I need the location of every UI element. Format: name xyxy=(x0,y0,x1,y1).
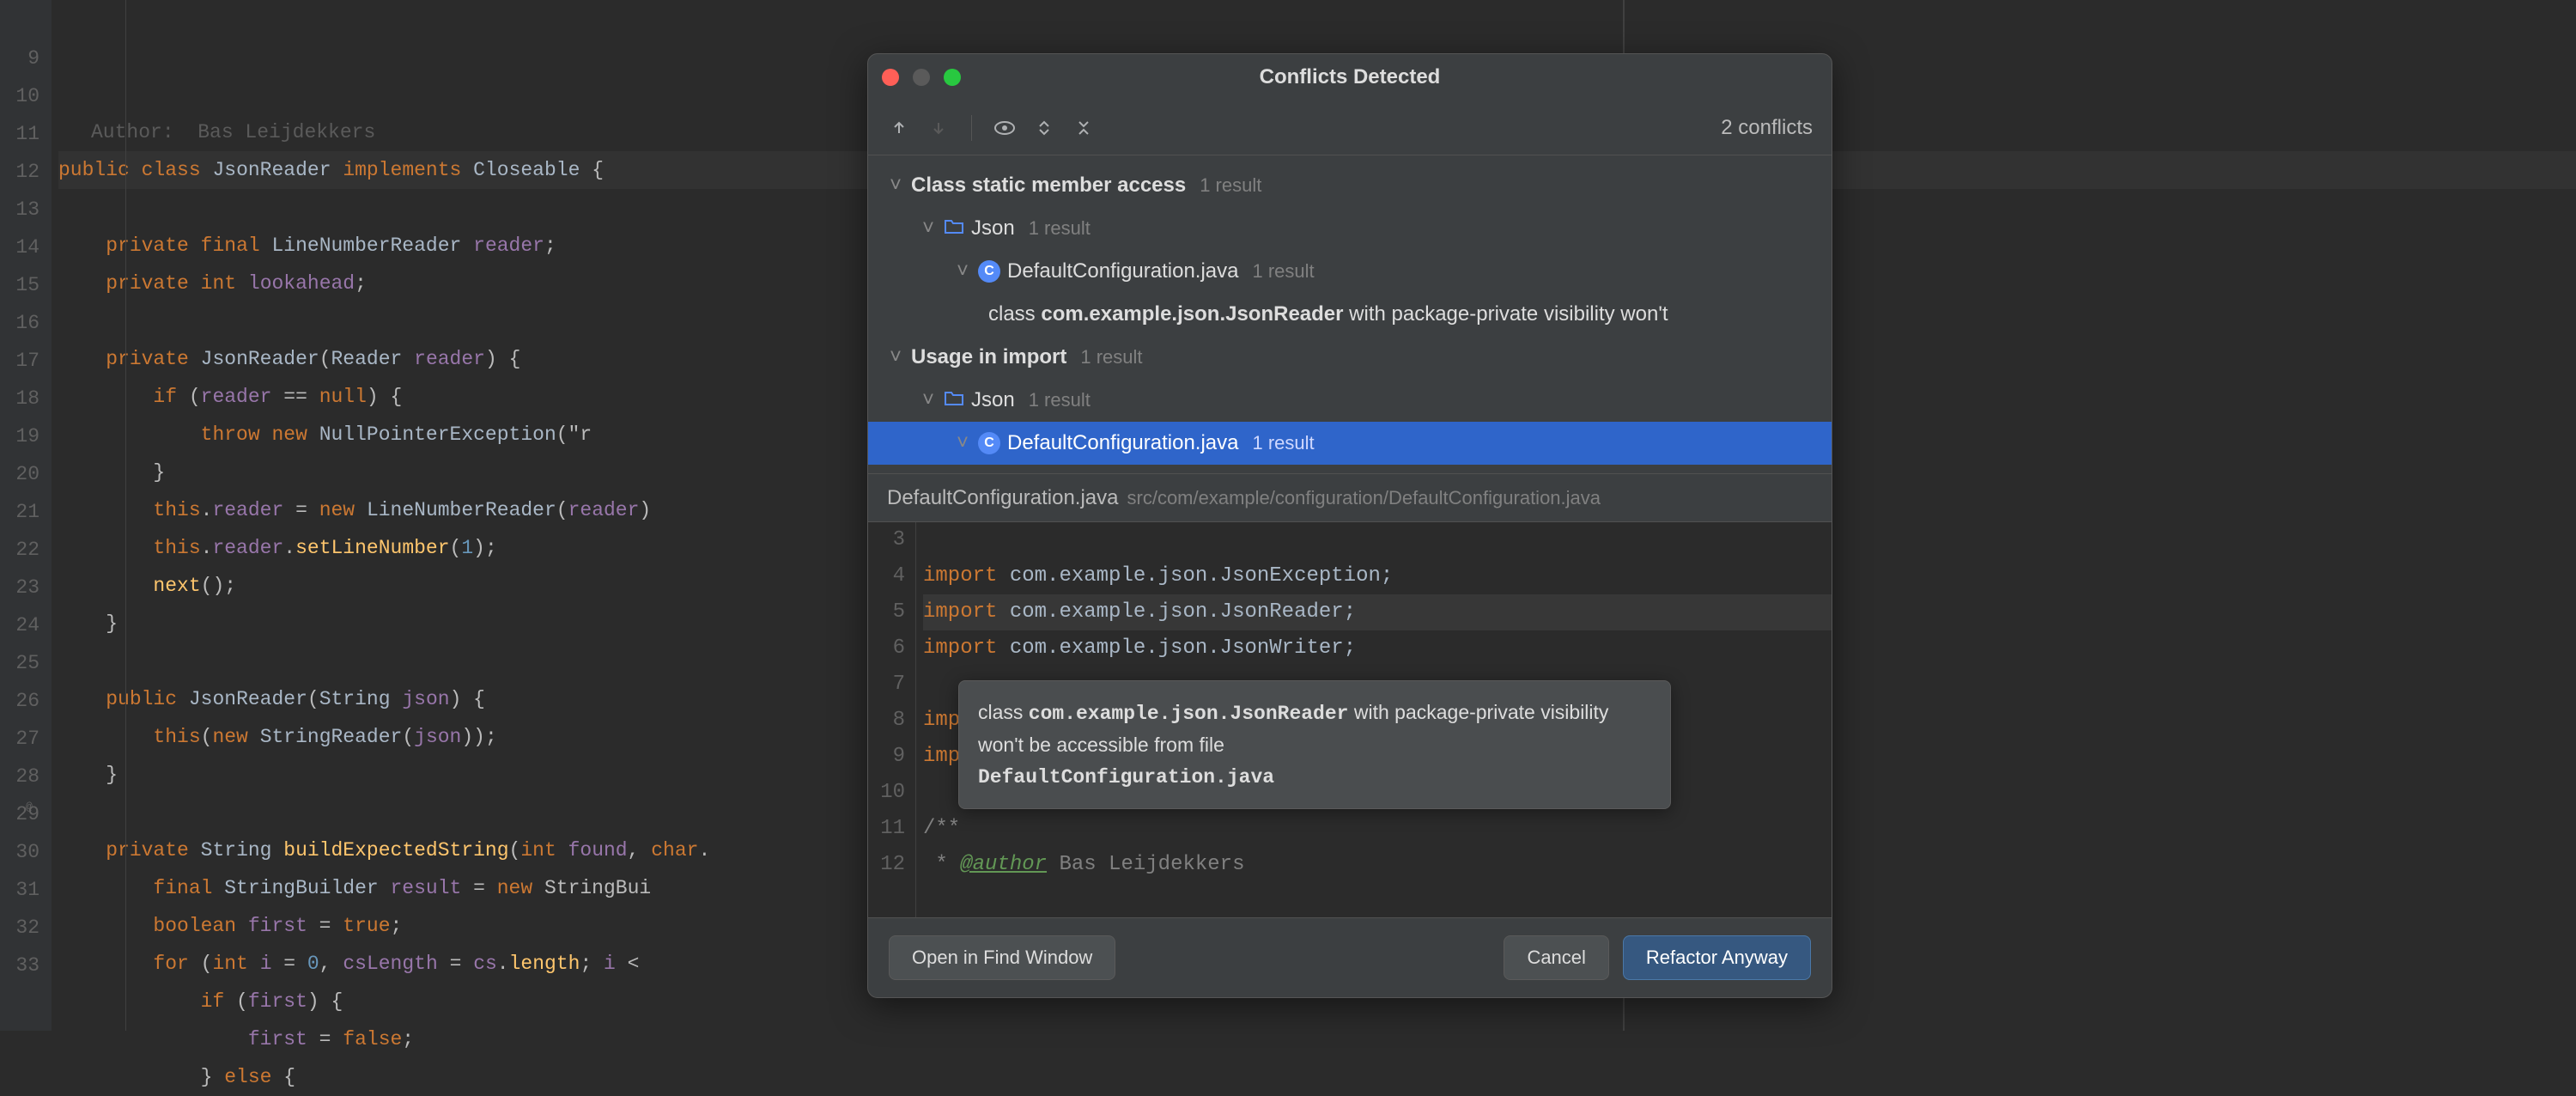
preview-icon[interactable] xyxy=(993,116,1017,140)
class-icon: C xyxy=(978,260,1000,283)
preview-filename: DefaultConfiguration.java xyxy=(887,486,1119,510)
collapse-all-icon[interactable] xyxy=(1072,116,1096,140)
tree-detail[interactable]: class com.example.json.JsonReader with p… xyxy=(868,293,1832,336)
tree-package[interactable]: ˅Json1 result xyxy=(868,207,1832,250)
class-icon: C xyxy=(978,432,1000,454)
button-row: Open in Find Window Cancel Refactor Anyw… xyxy=(868,917,1832,997)
preview-header: DefaultConfiguration.java src/com/exampl… xyxy=(868,473,1832,521)
line-gutter: 9101112131415161718192021222324252627282… xyxy=(0,0,52,1031)
titlebar: Conflicts Detected xyxy=(868,54,1832,100)
tree-group[interactable]: ˅Usage in import1 result xyxy=(868,336,1832,379)
tree-package[interactable]: ˅Json1 result xyxy=(868,379,1832,422)
folder-icon xyxy=(944,388,964,412)
prev-occurrence-icon[interactable] xyxy=(887,116,911,140)
open-find-window-button[interactable]: Open in Find Window xyxy=(889,935,1115,980)
dialog-title: Conflicts Detected xyxy=(868,65,1832,89)
preview-path: src/com/example/configuration/DefaultCon… xyxy=(1127,487,1601,509)
at-annotation-icon: @ xyxy=(26,801,33,813)
tree-group[interactable]: ˅Class static member access1 result xyxy=(868,164,1832,207)
tree-file[interactable]: ˅CDefaultConfiguration.java1 result xyxy=(868,422,1832,465)
conflict-count: 2 conflicts xyxy=(1721,116,1813,140)
toolbar: 2 conflicts xyxy=(868,100,1832,155)
next-occurrence-icon xyxy=(927,116,951,140)
conflict-tree[interactable]: ˅Class static member access1 result˅Json… xyxy=(868,155,1832,473)
refactor-anyway-button[interactable]: Refactor Anyway xyxy=(1623,935,1811,980)
tooltip: class com.example.json.JsonReader with p… xyxy=(958,680,1671,809)
conflicts-dialog: Conflicts Detected 2 conflicts ˅Class st… xyxy=(867,53,1832,998)
folder-icon xyxy=(944,216,964,241)
expand-all-icon[interactable] xyxy=(1032,116,1056,140)
tree-file[interactable]: ˅CDefaultConfiguration.java1 result xyxy=(868,250,1832,293)
cancel-button[interactable]: Cancel xyxy=(1504,935,1608,980)
